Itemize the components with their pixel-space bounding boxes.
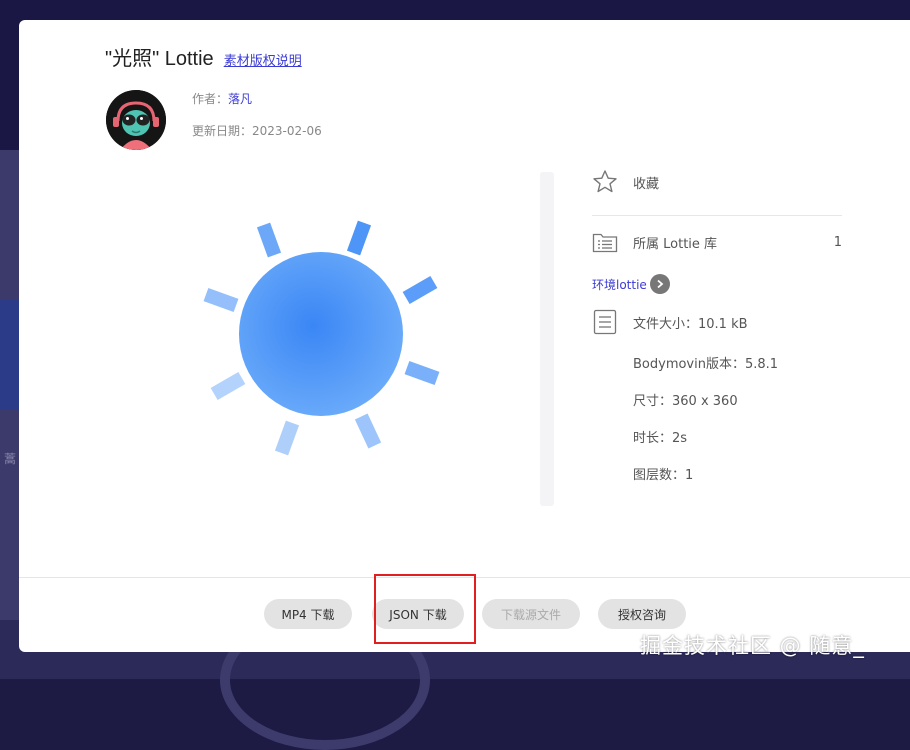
library-label: 所属 Lottie 库 — [633, 236, 718, 252]
license-consult-button[interactable]: 授权咨询 — [598, 599, 686, 629]
file-info-row: 文件大小：10.1 kB — [592, 309, 748, 335]
dimensions: 尺寸：360 x 360 — [633, 394, 738, 409]
author-label: 作者： — [192, 92, 229, 106]
mp4-download-button[interactable]: MP4 下载 — [264, 599, 352, 629]
library-count: 1 — [833, 234, 842, 250]
update-date: 更新日期：2023-02-06 — [192, 124, 322, 138]
duration: 时长：2s — [633, 431, 688, 446]
json-download-button[interactable]: JSON 下载 — [372, 599, 464, 629]
sun-ray — [404, 360, 440, 386]
author-name-link[interactable]: 落凡 — [228, 92, 252, 106]
preview-scrollbar[interactable] — [540, 172, 554, 506]
avatar[interactable] — [106, 90, 166, 150]
page-title: "光照" Lottie — [105, 48, 214, 70]
copyright-info-link[interactable]: 素材版权说明 — [224, 50, 302, 69]
library-link-label: 环境lottie — [592, 277, 647, 292]
layer-count: 图层数：1 — [633, 468, 694, 483]
sun-ray — [346, 220, 372, 256]
watermark: 掘金技术社区 @ 随意_ — [640, 634, 865, 658]
sun-body — [239, 252, 403, 416]
bodymovin-version: Bodymovin版本：5.8.1 — [633, 357, 779, 372]
background-text: 蒿 — [4, 452, 17, 466]
divider — [592, 215, 842, 216]
source-download-button[interactable]: 下载源文件 — [482, 599, 580, 629]
sun-ray — [402, 275, 438, 305]
sun-ray — [210, 371, 246, 401]
favorite-button[interactable]: 收藏 — [592, 168, 842, 196]
sun-animation — [203, 220, 440, 456]
lottie-detail-modal: "光照" Lottie 素材版权说明 作者：落凡 更新日期：2023-02-06 — [19, 20, 910, 652]
author-line: 作者：落凡 — [192, 90, 252, 107]
favorite-label: 收藏 — [633, 176, 660, 192]
library-row: 所属 Lottie 库 1 — [592, 228, 842, 256]
chevron-right-icon[interactable] — [649, 274, 670, 294]
lottie-preview — [59, 170, 539, 530]
folder-list-icon — [592, 233, 618, 253]
modal-header: "光照" Lottie 素材版权说明 — [105, 42, 302, 71]
footer-divider — [19, 577, 910, 578]
sun-ray — [354, 413, 382, 449]
avatar-image — [106, 90, 166, 150]
document-icon — [593, 309, 617, 335]
sun-ray — [203, 287, 239, 313]
file-size: 文件大小：10.1 kB — [633, 316, 748, 332]
library-link-environment[interactable]: 环境lottie — [592, 274, 670, 294]
sun-ray — [256, 222, 282, 258]
sun-ray — [274, 420, 300, 456]
star-outline-icon — [593, 170, 617, 193]
